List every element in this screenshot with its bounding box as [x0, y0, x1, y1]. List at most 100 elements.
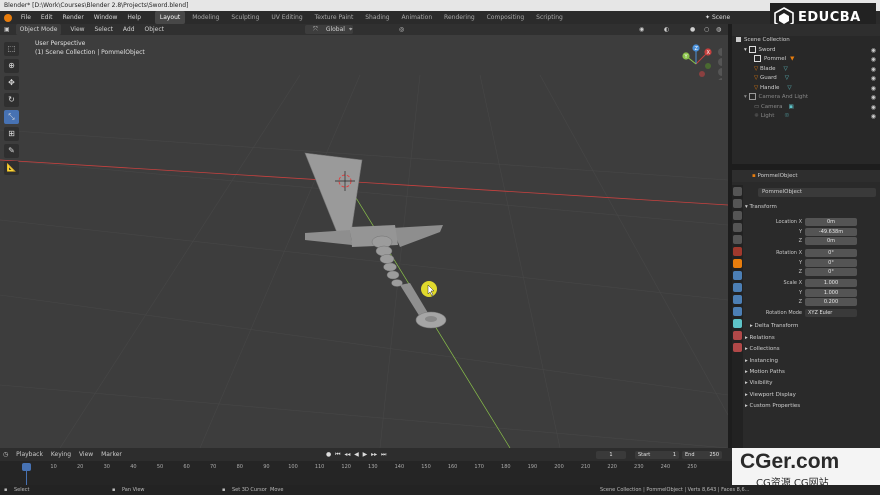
sword-guard-left[interactable] — [305, 230, 352, 245]
checkbox-icon[interactable] — [748, 45, 756, 53]
play-reverse-icon[interactable]: ◀ — [354, 451, 359, 458]
menu-window[interactable]: Window — [90, 11, 122, 24]
eye-icon[interactable]: ◉ — [871, 55, 876, 65]
material-tab-icon[interactable] — [733, 331, 742, 340]
menu-render[interactable]: Render — [58, 11, 87, 24]
scale-y-field[interactable]: 1.000 — [805, 288, 857, 297]
pan-hand-icon[interactable] — [718, 58, 722, 66]
measure-tool-icon[interactable]: 📐 — [4, 161, 19, 175]
motion-paths-panel[interactable]: ▸ Motion Paths — [745, 369, 785, 375]
texture-tab-icon[interactable] — [733, 343, 742, 352]
location-z-field[interactable]: 0m — [805, 237, 857, 245]
rotation-z-field[interactable]: 0° — [805, 268, 857, 276]
shading-solid-icon[interactable]: ● — [686, 24, 699, 35]
render-tab-icon[interactable] — [733, 199, 742, 208]
start-frame-field[interactable]: Start 1 — [635, 451, 679, 459]
camera-view-icon[interactable] — [718, 68, 722, 76]
blender-logo-icon[interactable] — [4, 13, 12, 22]
eye-icon[interactable]: ◉ — [871, 65, 876, 75]
sword-guard-right[interactable] — [392, 225, 443, 247]
outliner-row-blade[interactable]: ▽ Blade ▽ ◉ — [732, 65, 880, 75]
outliner-row-sword[interactable]: ▾ Sword ◉ — [732, 45, 880, 56]
scene-selector[interactable]: ✦ Scene — [705, 11, 730, 24]
play-icon[interactable]: ▶ — [363, 451, 368, 458]
location-y-field[interactable]: -49.638m — [805, 227, 857, 236]
eye-icon[interactable]: ◉ — [871, 46, 876, 56]
mode-dropdown[interactable]: Object Mode — [15, 24, 62, 35]
jump-start-icon[interactable]: ⏮ — [335, 451, 340, 458]
ortho-grid-icon[interactable] — [718, 78, 722, 80]
gizmo-neg-x-handle[interactable] — [699, 71, 705, 77]
navigation-gizmo[interactable]: X Z Y — [678, 44, 722, 80]
tab-layout[interactable]: Layout — [154, 11, 186, 24]
outliner-row-light[interactable]: ☼ Light ☉ ◉ — [732, 112, 880, 122]
rotation-mode-dropdown[interactable]: XYZ Euler — [805, 309, 857, 317]
viewport-menu-select[interactable]: Select — [90, 24, 117, 35]
tab-rendering[interactable]: Rendering — [439, 11, 480, 24]
tab-sculpting[interactable]: Sculpting — [226, 11, 264, 24]
zoom-icon[interactable] — [718, 48, 722, 56]
next-key-icon[interactable]: ▸▸ — [371, 451, 377, 458]
rotation-x-field[interactable]: 0° — [805, 249, 857, 257]
viewport-display-panel[interactable]: ▸ Viewport Display — [745, 392, 796, 398]
playhead-marker[interactable] — [22, 463, 31, 471]
relations-panel[interactable]: ▸ Relations — [745, 335, 775, 341]
outliner-row-scene-collection[interactable]: Scene Collection — [732, 36, 880, 46]
outliner-row-pommel[interactable]: Pommel ▼ ◉ — [732, 55, 880, 65]
location-x-field[interactable]: 0m — [805, 218, 857, 226]
scale-x-field[interactable]: 1.000 — [805, 279, 857, 287]
prev-key-icon[interactable]: ◂◂ — [344, 451, 350, 458]
scale-z-field[interactable]: 0.200 — [805, 298, 857, 306]
editor-type-icon[interactable]: ▣ — [0, 24, 14, 35]
current-frame-field[interactable]: 1 — [596, 451, 626, 459]
viewport-menu-object[interactable]: Object — [140, 24, 168, 35]
custom-properties-panel[interactable]: ▸ Custom Properties — [745, 403, 800, 409]
tab-shading[interactable]: Shading — [360, 11, 394, 24]
object-name-field[interactable]: PommelObject — [758, 188, 876, 197]
timeline-ruler[interactable]: 1102030405060708090100110120130140150160… — [0, 463, 740, 473]
outliner-row-camera[interactable]: ▭ Camera ▣ ◉ — [732, 103, 880, 113]
proportional-edit-icon[interactable]: ◎ — [395, 24, 408, 35]
visibility-panel[interactable]: ▸ Visibility — [745, 380, 773, 386]
tab-animation[interactable]: Animation — [397, 11, 438, 24]
tab-scripting[interactable]: Scripting — [531, 11, 568, 24]
timeline-menu-marker[interactable]: Marker — [98, 448, 125, 461]
eye-icon[interactable]: ◉ — [871, 84, 876, 94]
viewport-menu-add[interactable]: Add — [119, 24, 139, 35]
timeline-editor[interactable]: 1102030405060708090100110120130140150160… — [0, 461, 740, 485]
shading-rendered-icon[interactable]: ◍ — [712, 24, 725, 35]
data-tab-icon[interactable] — [733, 319, 742, 328]
eye-icon[interactable]: ◉ — [871, 112, 876, 122]
transform-tool-icon[interactable]: ⊞ — [4, 127, 19, 141]
gizmo-neg-y-handle[interactable] — [705, 63, 711, 69]
timeline-menu-playback[interactable]: Playback — [13, 448, 46, 461]
timeline-menu-keying[interactable]: Keying — [48, 448, 74, 461]
transform-panel-header[interactable]: ▾ Transform — [745, 204, 777, 210]
eye-icon[interactable]: ◉ — [871, 74, 876, 84]
timeline-menu-view[interactable]: View — [76, 448, 96, 461]
cursor-tool-icon[interactable]: ⊕ — [4, 59, 19, 73]
checkbox-icon[interactable] — [748, 93, 756, 100]
scale-tool-icon[interactable]: ⤡ — [4, 110, 19, 124]
tool-tab-icon[interactable] — [733, 187, 742, 196]
tab-compositing[interactable]: Compositing — [482, 11, 530, 24]
snap-icon[interactable]: ⌖ — [345, 24, 356, 35]
eye-icon[interactable]: ◉ — [871, 103, 876, 113]
rotate-tool-icon[interactable]: ↻ — [4, 93, 19, 107]
clock-icon[interactable]: ◷ — [0, 448, 11, 461]
viewport-menu-view[interactable]: View — [66, 24, 88, 35]
menu-help[interactable]: Help — [123, 11, 145, 24]
select-box-tool-icon[interactable]: ⬚ — [4, 42, 19, 56]
rotation-y-field[interactable]: 0° — [805, 258, 857, 267]
overlays-icon[interactable]: ◐ — [660, 24, 673, 35]
menu-file[interactable]: File — [17, 11, 35, 24]
visibility-icon[interactable]: ◉ — [635, 24, 648, 35]
jump-end-icon[interactable]: ⏭ — [381, 451, 386, 458]
move-tool-icon[interactable]: ✥ — [4, 76, 19, 90]
tab-uv-editing[interactable]: UV Editing — [266, 11, 307, 24]
3d-viewport[interactable] — [0, 35, 728, 448]
tab-texture-paint[interactable]: Texture Paint — [310, 11, 359, 24]
eye-icon[interactable]: ◉ — [871, 93, 876, 103]
menu-edit[interactable]: Edit — [37, 11, 57, 24]
collections-panel[interactable]: ▸ Collections — [745, 346, 780, 352]
